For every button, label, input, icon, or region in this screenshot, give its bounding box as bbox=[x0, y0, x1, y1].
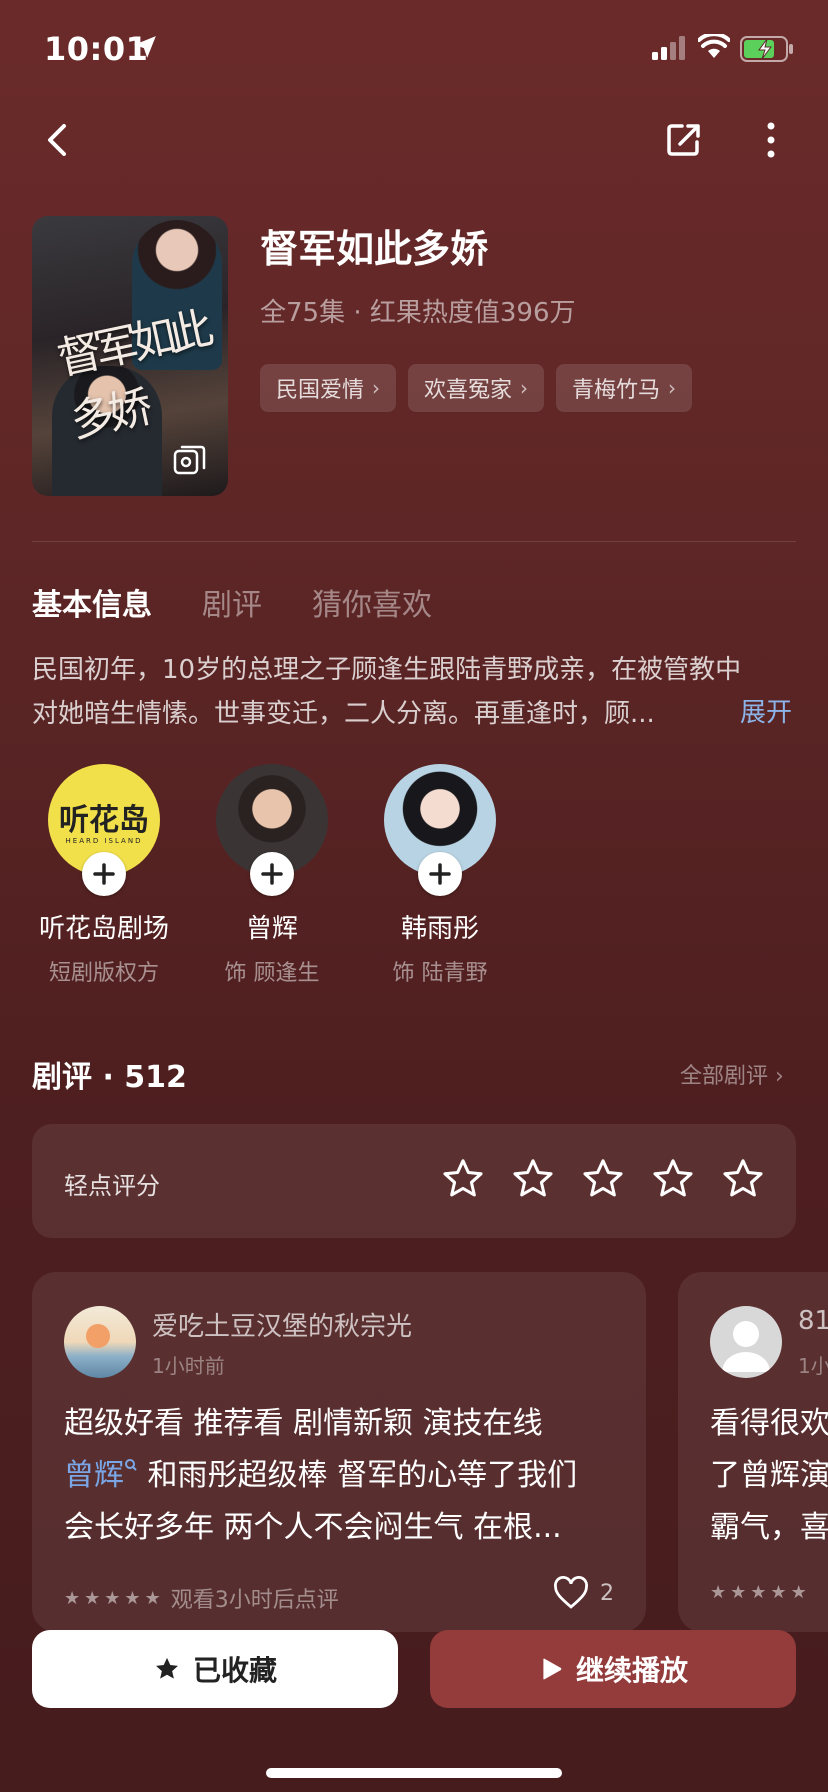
synopsis-line: 对她暗生情愫。世事变迁，二人分离。再重逢时，顾... bbox=[32, 699, 655, 729]
cast-role: 饰 顾逢生 bbox=[224, 961, 320, 986]
follow-button[interactable] bbox=[418, 852, 462, 896]
tab-reviews[interactable]: 剧评 bbox=[202, 580, 262, 624]
brand-logo-text: 听花岛 bbox=[59, 803, 149, 838]
genre-tag-label: 民国爱情 bbox=[276, 378, 365, 403]
poster-gallery-icon[interactable] bbox=[172, 442, 208, 478]
avatar[interactable]: 听花岛 HEARD ISLAND bbox=[48, 764, 160, 896]
genre-tag-label: 青梅竹马 bbox=[572, 378, 661, 403]
rating-label: 轻点评分 bbox=[64, 1172, 160, 1200]
review-card[interactable]: 81 1小 看得很欢 了曾辉演 霸气，喜 ★ ★ ★ ★ ★ bbox=[678, 1272, 828, 1632]
cellular-signal-icon bbox=[652, 36, 685, 60]
wifi-icon bbox=[698, 34, 730, 58]
review-line: 超级好看 推荐看 剧情新颖 演技在线 bbox=[64, 1406, 543, 1441]
rating-stars bbox=[440, 1156, 766, 1202]
follow-button[interactable] bbox=[82, 852, 126, 896]
star-outline-icon[interactable] bbox=[580, 1156, 626, 1202]
collected-label: 已收藏 bbox=[192, 1654, 277, 1687]
drama-meta: 全75集 · 红果热度值396万 bbox=[260, 298, 576, 328]
section-divider bbox=[32, 541, 796, 542]
avatar[interactable] bbox=[710, 1306, 782, 1378]
search-icon bbox=[125, 1459, 137, 1471]
cast-role: 饰 陆青野 bbox=[392, 961, 488, 986]
avatar[interactable] bbox=[384, 764, 496, 896]
continue-play-button[interactable]: 继续播放 bbox=[430, 1630, 796, 1708]
plus-icon bbox=[93, 863, 115, 885]
actor-mention-link[interactable]: 曾辉 bbox=[64, 1458, 138, 1493]
genre-tag[interactable]: 欢喜冤家 › bbox=[408, 364, 545, 412]
star-outline-icon[interactable] bbox=[440, 1156, 486, 1202]
review-text: 看得很欢 了曾辉演 霸气，喜 bbox=[710, 1398, 828, 1554]
follow-button[interactable] bbox=[250, 852, 294, 896]
battery-charging-icon bbox=[740, 36, 793, 62]
plus-icon bbox=[429, 863, 451, 885]
review-line: 看得很欢 bbox=[710, 1406, 828, 1441]
detail-tabs: 基本信息 剧评 猜你喜欢 bbox=[32, 580, 432, 624]
cast-list: 听花岛 HEARD ISLAND 听花岛剧场 短剧版权方 曾辉 饰 顾逢生 韩雨… bbox=[32, 764, 512, 987]
review-text: 超级好看 推荐看 剧情新颖 演技在线 曾辉 和雨彤超级棒 督军的心等了我们 会长… bbox=[64, 1398, 624, 1554]
more-options-icon[interactable] bbox=[756, 118, 786, 162]
review-card[interactable]: 爱吃土豆汉堡的秋宗光 1小时前 超级好看 推荐看 剧情新颖 演技在线 曾辉 和雨… bbox=[32, 1272, 646, 1632]
home-indicator bbox=[266, 1768, 562, 1778]
review-time: 1小时前 bbox=[152, 1354, 225, 1378]
star-outline-icon[interactable] bbox=[510, 1156, 556, 1202]
review-line: 曾辉 和雨彤超级棒 督军的心等了我们 bbox=[64, 1450, 624, 1502]
chevron-right-icon: › bbox=[372, 376, 381, 400]
cast-role: 短剧版权方 bbox=[48, 961, 159, 986]
tab-basic-info[interactable]: 基本信息 bbox=[32, 580, 152, 624]
synopsis-line: 民国初年，10岁的总理之子顾逢生跟陆青野成亲，在被管教中 bbox=[32, 655, 742, 685]
default-user-icon bbox=[722, 1321, 770, 1372]
rating-box: 轻点评分 bbox=[32, 1124, 796, 1238]
cast-item[interactable]: 韩雨彤 饰 陆青野 bbox=[368, 764, 512, 987]
continue-play-label: 继续播放 bbox=[575, 1654, 688, 1687]
plus-icon bbox=[261, 863, 283, 885]
cast-item[interactable]: 听花岛 HEARD ISLAND 听花岛剧场 短剧版权方 bbox=[32, 764, 176, 987]
location-arrow-icon bbox=[134, 36, 156, 58]
play-icon bbox=[543, 1658, 562, 1680]
all-reviews-link[interactable]: 全部剧评 › bbox=[680, 1058, 784, 1090]
poster-title-art: 督军如此多娇 bbox=[52, 303, 213, 448]
review-line: 霸气，喜 bbox=[710, 1510, 828, 1545]
review-line-rest: 和雨彤超级棒 督军的心等了我们 bbox=[138, 1458, 578, 1493]
cast-item[interactable]: 曾辉 饰 顾逢生 bbox=[200, 764, 344, 987]
synopsis: 民国初年，10岁的总理之子顾逢生跟陆青野成亲，在被管教中 对她暗生情愫。世事变迁… bbox=[32, 648, 796, 736]
reviewer-name[interactable]: 爱吃土豆汉堡的秋宗光 bbox=[152, 1306, 412, 1343]
chevron-right-icon: › bbox=[668, 376, 677, 400]
collected-button[interactable]: 已收藏 bbox=[32, 1630, 398, 1708]
status-bar: 10:01 bbox=[0, 0, 828, 100]
review-line: 了曾辉演 bbox=[710, 1458, 828, 1493]
avatar[interactable] bbox=[216, 764, 328, 896]
star-outline-icon[interactable] bbox=[720, 1156, 766, 1202]
cast-name: 韩雨彤 bbox=[400, 914, 479, 944]
reviewer-name[interactable]: 81 bbox=[798, 1306, 828, 1336]
star-filled-icon bbox=[156, 1657, 178, 1679]
brand-logo-subtext: HEARD ISLAND bbox=[65, 837, 143, 845]
expand-synopsis-link[interactable]: 展开 bbox=[740, 692, 792, 729]
genre-tag[interactable]: 民国爱情 › bbox=[260, 364, 397, 412]
review-line: 会长好多年 两个人不会闷生气 在根... bbox=[64, 1510, 562, 1545]
mention-label: 曾辉 bbox=[64, 1458, 124, 1493]
review-time: 1小 bbox=[798, 1354, 828, 1378]
tab-recommendations[interactable]: 猜你喜欢 bbox=[312, 580, 432, 624]
genre-tags: 民国爱情 › 欢喜冤家 › 青梅竹马 › bbox=[260, 364, 693, 412]
share-icon[interactable] bbox=[664, 118, 704, 162]
avatar[interactable] bbox=[64, 1306, 136, 1378]
bottom-action-bar: 已收藏 继续播放 bbox=[0, 1600, 828, 1792]
cast-name: 曾辉 bbox=[245, 914, 298, 944]
genre-tag[interactable]: 青梅竹马 › bbox=[556, 364, 693, 412]
cast-name: 听花岛剧场 bbox=[38, 914, 169, 944]
chevron-right-icon: › bbox=[520, 376, 529, 400]
star-outline-icon[interactable] bbox=[650, 1156, 696, 1202]
back-chevron-icon[interactable] bbox=[40, 118, 80, 162]
genre-tag-label: 欢喜冤家 bbox=[424, 378, 513, 403]
reviews-header: 剧评 · 512 bbox=[32, 1060, 187, 1095]
drama-title: 督军如此多娇 bbox=[260, 227, 489, 271]
